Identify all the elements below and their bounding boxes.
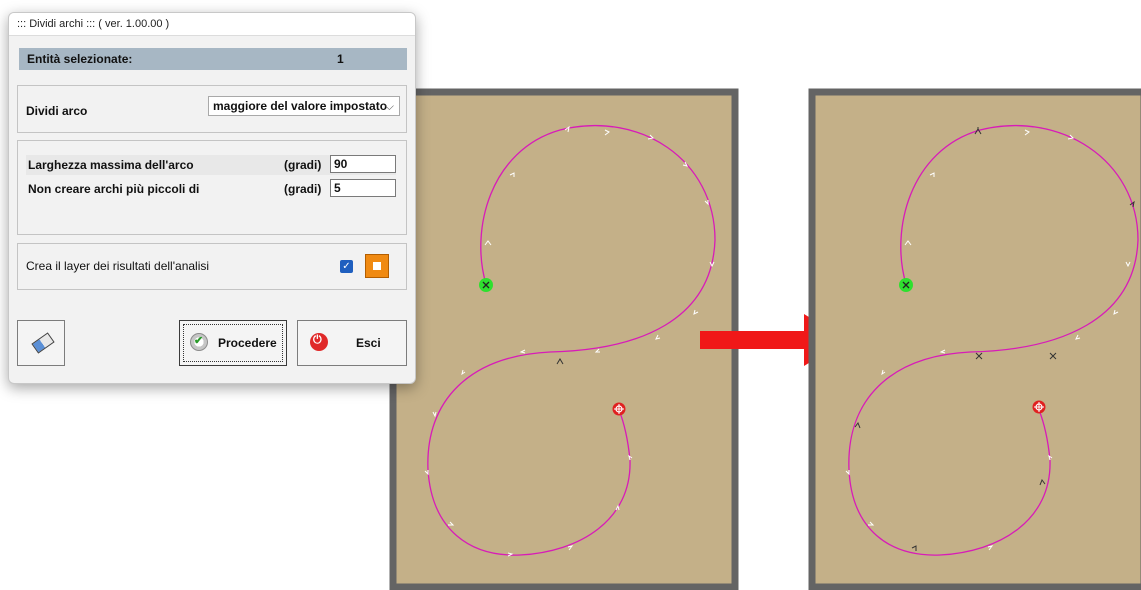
max-arc-unit: (gradi) xyxy=(284,158,322,172)
split-mode-select[interactable]: maggiore del valore impostato ⌵ xyxy=(208,96,400,116)
eraser-icon xyxy=(31,332,55,354)
layer-group: Crea il layer dei risultati dell'analisi… xyxy=(17,243,407,290)
selection-label: Entità selezionate: xyxy=(27,52,133,66)
layer-label: Crea il layer dei risultati dell'analisi xyxy=(26,259,210,273)
selection-band: Entità selezionate: 1 xyxy=(19,48,407,70)
proceed-label: Procedere xyxy=(218,336,277,350)
clear-button[interactable] xyxy=(17,320,65,366)
layer-color-button[interactable] xyxy=(365,254,389,278)
power-icon xyxy=(310,333,328,351)
max-arc-label: Larghezza massima dell'arco xyxy=(28,158,194,172)
min-arc-label: Non creare archi più piccoli di xyxy=(28,182,200,196)
exit-label: Esci xyxy=(356,336,381,350)
after-panel xyxy=(808,88,1141,590)
split-label: Dividi arco xyxy=(26,104,88,118)
min-arc-row: Non creare archi più piccoli di (gradi) … xyxy=(26,179,396,199)
proceed-button[interactable]: Procedere xyxy=(179,320,287,366)
checkbox-icon[interactable]: ✓ xyxy=(340,260,353,273)
parameters-group: Larghezza massima dell'arco (gradi) 90 N… xyxy=(17,140,407,235)
chevron-down-icon: ⌵ xyxy=(384,99,394,113)
max-arc-input[interactable]: 90 xyxy=(330,155,396,173)
exit-button[interactable]: Esci xyxy=(297,320,407,366)
min-arc-input[interactable]: 5 xyxy=(330,179,396,197)
dialog-title: ::: Dividi archi ::: ( ver. 1.00.00 ) xyxy=(9,13,415,36)
split-mode-group: Dividi arco maggiore del valore impostat… xyxy=(17,85,407,133)
before-panel xyxy=(389,88,739,590)
min-arc-unit: (gradi) xyxy=(284,182,322,196)
max-arc-row: Larghezza massima dell'arco (gradi) 90 xyxy=(26,155,396,175)
split-mode-value: maggiore del valore impostato xyxy=(213,99,388,113)
selection-count: 1 xyxy=(337,52,344,66)
check-icon xyxy=(190,333,208,351)
dividi-archi-dialog: ::: Dividi archi ::: ( ver. 1.00.00 ) En… xyxy=(8,12,416,384)
